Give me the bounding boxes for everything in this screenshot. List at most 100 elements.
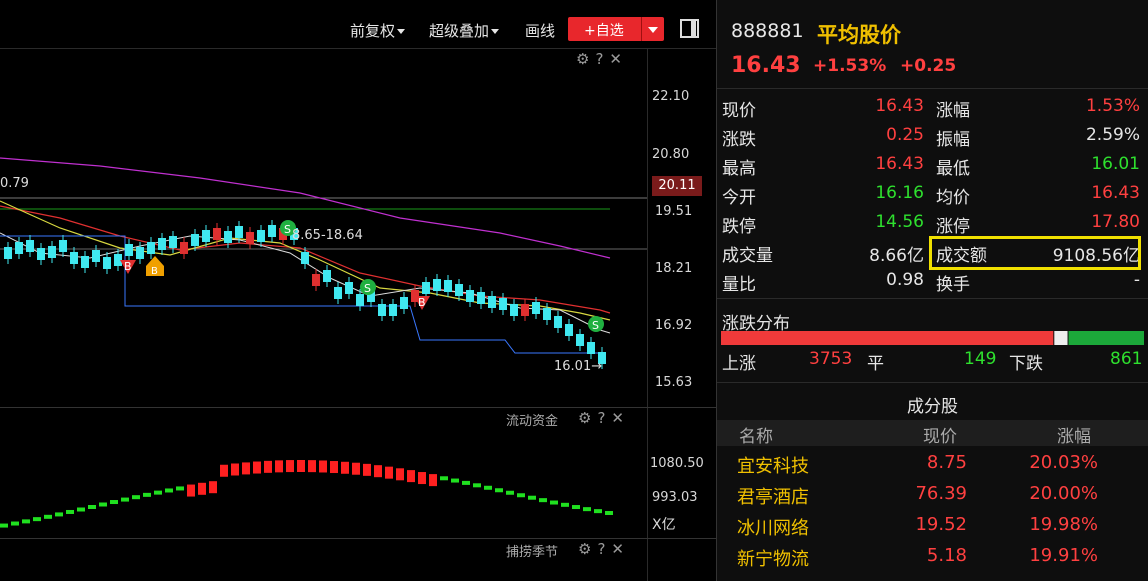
overlay-dropdown[interactable]: 超级叠加 — [429, 20, 500, 41]
flow-bar — [407, 470, 415, 483]
panel-toggle-icon[interactable] — [680, 19, 699, 38]
component-row[interactable]: 宜安科技 8.75 20.03% — [717, 449, 1148, 479]
component-name: 冰川网络 — [737, 518, 809, 539]
flow-bar — [99, 502, 107, 507]
quote-label: 振幅 — [936, 130, 970, 150]
quote-label: 成交量 — [722, 246, 773, 266]
kline-chart-area[interactable]: 前复权 超级叠加 画线 +自选 ⚙? ✕ 22.10 20.80 19.51 18… — [0, 0, 716, 581]
flow-tick: 1080.50 — [650, 456, 704, 471]
settings-icon[interactable]: ⚙ — [578, 409, 591, 427]
flow-bar — [352, 462, 360, 475]
flow-bar — [143, 492, 151, 497]
component-name: 新宁物流 — [737, 549, 809, 570]
flow-bar — [198, 482, 206, 495]
settings-icon[interactable]: ⚙ — [578, 540, 591, 558]
up-count: 3753 — [809, 349, 853, 369]
down-label: 下跌 — [1009, 354, 1043, 374]
flow-plot — [0, 460, 613, 528]
flow-bar — [451, 478, 459, 483]
flow-tick: 993.03 — [652, 490, 698, 505]
flow-bar — [319, 460, 327, 473]
flow-unit: X亿 — [652, 517, 676, 533]
distribution-flat-segment — [1054, 331, 1068, 345]
flow-bar — [550, 500, 558, 505]
flow-bar — [88, 505, 96, 509]
component-name: 君亭酒店 — [737, 487, 809, 508]
divider — [717, 382, 1148, 383]
quote-label: 涨幅 — [936, 101, 970, 121]
components-title: 成分股 — [907, 397, 958, 417]
chevron-down-icon[interactable] — [648, 27, 658, 33]
flow-bar — [22, 519, 30, 524]
flow-bar — [220, 464, 228, 477]
flow-bar — [539, 498, 547, 503]
flow-pane-title: 流动资金 — [506, 414, 559, 429]
quote-value: 8.66亿 — [869, 246, 924, 266]
close-icon[interactable]: ✕ — [611, 540, 624, 558]
change-amount: +0.25 — [900, 56, 957, 76]
adjust-label: 前复权 — [350, 22, 396, 40]
component-price: 76.39 — [915, 483, 967, 504]
component-chg: 20.00% — [1029, 483, 1098, 504]
divider — [717, 88, 1148, 89]
flow-bar — [33, 517, 41, 522]
flow-bar — [385, 466, 393, 479]
price-tick: 20.80 — [652, 147, 690, 162]
quote-row: 量比 0.98 换手 - — [717, 266, 1148, 295]
price-tick: 19.51 — [655, 204, 693, 219]
quote-label: 最低 — [936, 159, 970, 179]
price-tick: 18.21 — [655, 261, 693, 276]
flow-bar — [187, 484, 195, 497]
flow-bar — [132, 495, 140, 500]
current-price: 16.43 — [731, 53, 801, 78]
adjust-dropdown[interactable]: 前复权 — [350, 20, 406, 41]
quote-label: 今开 — [722, 188, 756, 208]
quote-label: 换手 — [936, 275, 970, 295]
close-icon[interactable]: ✕ — [611, 409, 624, 427]
buy-marker-label: B — [418, 296, 426, 309]
index-code: 888881 — [731, 20, 804, 42]
buy-marker-label: B — [124, 260, 132, 273]
flow-bar — [440, 476, 448, 481]
distribution-down-segment — [1068, 331, 1144, 345]
flow-bar — [209, 481, 217, 494]
flow-bar — [77, 507, 85, 512]
flow-bar — [297, 460, 305, 473]
quote-value: 16.43 — [1091, 183, 1140, 203]
component-price: 5.18 — [926, 545, 967, 566]
add-watchlist-label: +自选 — [584, 23, 624, 39]
flow-bar — [495, 488, 503, 493]
component-row[interactable]: 新宁物流 5.18 19.91% — [717, 542, 1148, 572]
help-icon[interactable]: ? — [597, 409, 605, 427]
sell-marker-label: S — [364, 282, 371, 295]
flow-bar — [165, 488, 173, 493]
component-chg: 19.98% — [1029, 514, 1098, 535]
sell-marker-label: S — [284, 223, 291, 236]
flow-bar — [341, 461, 349, 474]
flow-bar — [506, 490, 514, 495]
draw-line-button[interactable]: 画线 — [525, 20, 555, 41]
component-price: 8.75 — [926, 452, 967, 473]
left-value-label: 0.79 — [0, 176, 29, 191]
component-row[interactable]: 冰川网络 19.52 19.98% — [717, 511, 1148, 541]
help-icon[interactable]: ? — [597, 540, 605, 558]
add-watchlist-button[interactable]: +自选 — [568, 17, 664, 41]
flow-bar — [44, 514, 52, 519]
quote-row: 涨跌 0.25 振幅 2.59% — [717, 121, 1148, 150]
box-line — [0, 235, 600, 354]
flow-bar — [110, 500, 118, 505]
quote-label: 涨停 — [936, 217, 970, 237]
flow-bar — [330, 461, 338, 474]
quote-label: 现价 — [722, 101, 756, 121]
low-annotation: 16.01→ — [554, 359, 603, 374]
quote-label: 跌停 — [722, 217, 756, 237]
price-tick: 22.10 — [652, 89, 690, 104]
flow-bar — [11, 521, 19, 526]
quote-label: 涨跌 — [722, 130, 756, 150]
flow-bar — [528, 495, 536, 500]
flow-bar — [374, 465, 382, 478]
flow-bar — [572, 505, 580, 510]
component-row[interactable]: 君亭酒店 76.39 20.00% — [717, 480, 1148, 510]
chevron-down-icon — [491, 29, 500, 34]
flow-bar — [55, 512, 63, 517]
